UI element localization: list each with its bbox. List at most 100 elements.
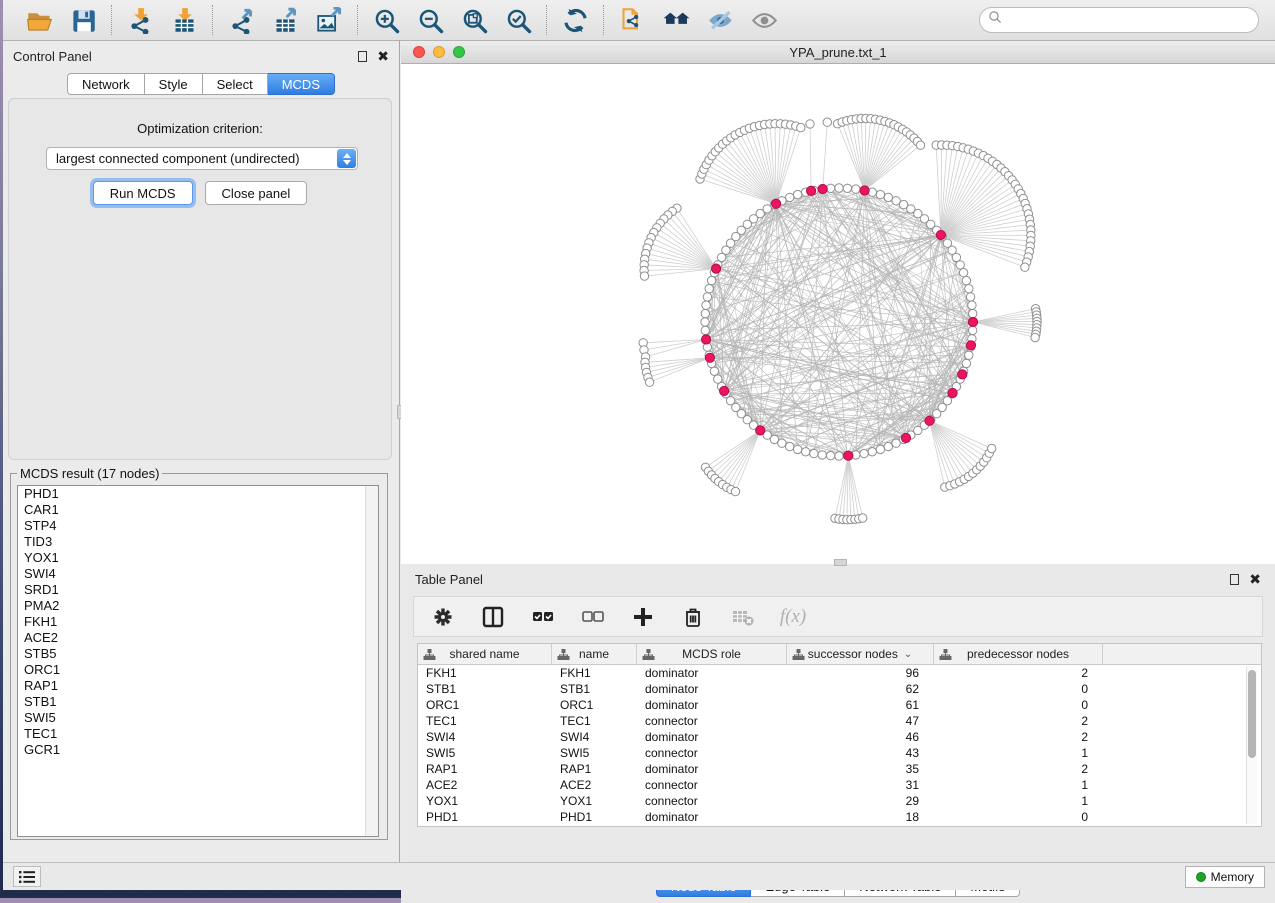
cell-shared-name: SWI4: [418, 730, 552, 744]
table-row[interactable]: PHD1PHD1dominator180: [418, 809, 1261, 825]
cell-MCDS-role: connector: [637, 746, 787, 760]
column-label: shared name: [449, 647, 519, 661]
table-row[interactable]: FKH1FKH1dominator962: [418, 665, 1261, 681]
column-header-predecessor-nodes[interactable]: predecessor nodes: [934, 644, 1103, 664]
float-table-panel-icon[interactable]: [1230, 574, 1239, 585]
column-header-successor-nodes[interactable]: successor nodes⌄: [787, 644, 934, 664]
table-row[interactable]: TEC1TEC1connector472: [418, 713, 1261, 729]
zoom-selected-icon[interactable]: [503, 5, 533, 35]
search-box[interactable]: [979, 7, 1259, 33]
first-neighbors-icon[interactable]: [661, 5, 691, 35]
function-icon[interactable]: f(x): [778, 602, 808, 632]
result-item[interactable]: PMA2: [18, 598, 378, 614]
cell-shared-name: RAP1: [418, 762, 552, 776]
column-label: name: [579, 647, 609, 661]
hide-selected-icon[interactable]: [705, 5, 735, 35]
zoom-out-icon[interactable]: [415, 5, 445, 35]
close-panel-button[interactable]: Close panel: [205, 181, 308, 205]
application-window: Control Panel ✖ NetworkStyleSelectMCDS O…: [3, 0, 1275, 890]
cell-name: STB1: [552, 682, 637, 696]
open-folder-icon[interactable]: [24, 5, 54, 35]
tab-select[interactable]: Select: [203, 73, 268, 95]
gear-icon[interactable]: [428, 602, 458, 632]
tab-mcds[interactable]: MCDS: [268, 73, 335, 95]
result-item[interactable]: PHD1: [18, 486, 378, 502]
result-item[interactable]: RAP1: [18, 678, 378, 694]
export-table-icon[interactable]: [270, 5, 300, 35]
result-item[interactable]: SWI4: [18, 566, 378, 582]
cell-name: ACE2: [552, 778, 637, 792]
table-row[interactable]: STB1STB1dominator620: [418, 681, 1261, 697]
export-image-icon[interactable]: [314, 5, 344, 35]
column-header-name[interactable]: name: [552, 644, 637, 664]
result-item[interactable]: ACE2: [18, 630, 378, 646]
network-view-window: YPA_prune.txt_1: [401, 41, 1275, 564]
table-row[interactable]: ORC1ORC1dominator610: [418, 697, 1261, 713]
table-scrollbar[interactable]: [1246, 666, 1257, 824]
result-item[interactable]: ORC1: [18, 662, 378, 678]
cell-successor-nodes: 43: [787, 746, 934, 760]
zoom-in-icon[interactable]: [371, 5, 401, 35]
main-toolbar: [3, 0, 1275, 41]
table-row[interactable]: YOX1YOX1connector291: [418, 793, 1261, 809]
result-item[interactable]: SWI5: [18, 710, 378, 726]
tab-style[interactable]: Style: [145, 73, 203, 95]
table-splitter-handle[interactable]: [834, 559, 847, 566]
network-canvas[interactable]: [401, 64, 1275, 564]
add-icon[interactable]: [628, 602, 658, 632]
mcds-result-list[interactable]: PHD1CAR1STP4TID3YOX1SWI4SRD1PMA2FKH1ACE2…: [17, 485, 379, 837]
duplicate-network-icon[interactable]: [617, 5, 647, 35]
result-item[interactable]: STP4: [18, 518, 378, 534]
criterion-dropdown[interactable]: largest connected component (undirected): [46, 147, 358, 170]
cell-shared-name: TEC1: [418, 714, 552, 728]
result-list-scrollbar[interactable]: [365, 486, 378, 836]
float-panel-icon[interactable]: [358, 51, 367, 62]
result-item[interactable]: GCR1: [18, 742, 378, 758]
result-item[interactable]: STB1: [18, 694, 378, 710]
refresh-icon[interactable]: [560, 5, 590, 35]
delete-table-icon[interactable]: [728, 602, 758, 632]
table-toolbar: f(x): [413, 596, 1263, 637]
criterion-dropdown-value: largest connected component (undirected): [47, 151, 337, 166]
result-item[interactable]: TID3: [18, 534, 378, 550]
close-panel-icon[interactable]: ✖: [377, 49, 389, 63]
result-item[interactable]: FKH1: [18, 614, 378, 630]
cell-name: SWI4: [552, 730, 637, 744]
column-type-icon: [792, 648, 805, 664]
run-mcds-button[interactable]: Run MCDS: [93, 181, 193, 205]
search-input[interactable]: [1008, 13, 1250, 28]
import-network-icon[interactable]: [125, 5, 155, 35]
network-window-titlebar[interactable]: YPA_prune.txt_1: [401, 41, 1275, 64]
table-scrollbar-thumb[interactable]: [1248, 670, 1256, 758]
cell-successor-nodes: 47: [787, 714, 934, 728]
result-item[interactable]: STB5: [18, 646, 378, 662]
import-table-icon[interactable]: [169, 5, 199, 35]
split-pane-icon[interactable]: [478, 602, 508, 632]
table-row[interactable]: SWI4SWI4dominator462: [418, 729, 1261, 745]
trash-icon[interactable]: [678, 602, 708, 632]
result-item[interactable]: TEC1: [18, 726, 378, 742]
result-item[interactable]: CAR1: [18, 502, 378, 518]
memory-button[interactable]: Memory: [1185, 866, 1265, 888]
cell-MCDS-role: connector: [637, 714, 787, 728]
task-history-button[interactable]: [13, 866, 41, 887]
result-item[interactable]: YOX1: [18, 550, 378, 566]
close-table-panel-icon[interactable]: ✖: [1249, 572, 1261, 586]
select-all-icon[interactable]: [528, 602, 558, 632]
table-row[interactable]: RAP1RAP1dominator352: [418, 761, 1261, 777]
table-row[interactable]: ACE2ACE2connector311: [418, 777, 1261, 793]
export-network-icon[interactable]: [226, 5, 256, 35]
column-header-shared-name[interactable]: shared name: [418, 644, 552, 664]
deselect-all-icon[interactable]: [578, 602, 608, 632]
cell-predecessor-nodes: 2: [934, 762, 1103, 776]
result-item[interactable]: SRD1: [18, 582, 378, 598]
zoom-fit-icon[interactable]: [459, 5, 489, 35]
cell-successor-nodes: 62: [787, 682, 934, 696]
tab-network[interactable]: Network: [67, 73, 145, 95]
column-header-MCDS-role[interactable]: MCDS role: [637, 644, 787, 664]
show-all-icon[interactable]: [749, 5, 779, 35]
table-row[interactable]: SWI5SWI5connector431: [418, 745, 1261, 761]
cell-name: TEC1: [552, 714, 637, 728]
cell-name: ORC1: [552, 698, 637, 712]
save-icon[interactable]: [68, 5, 98, 35]
